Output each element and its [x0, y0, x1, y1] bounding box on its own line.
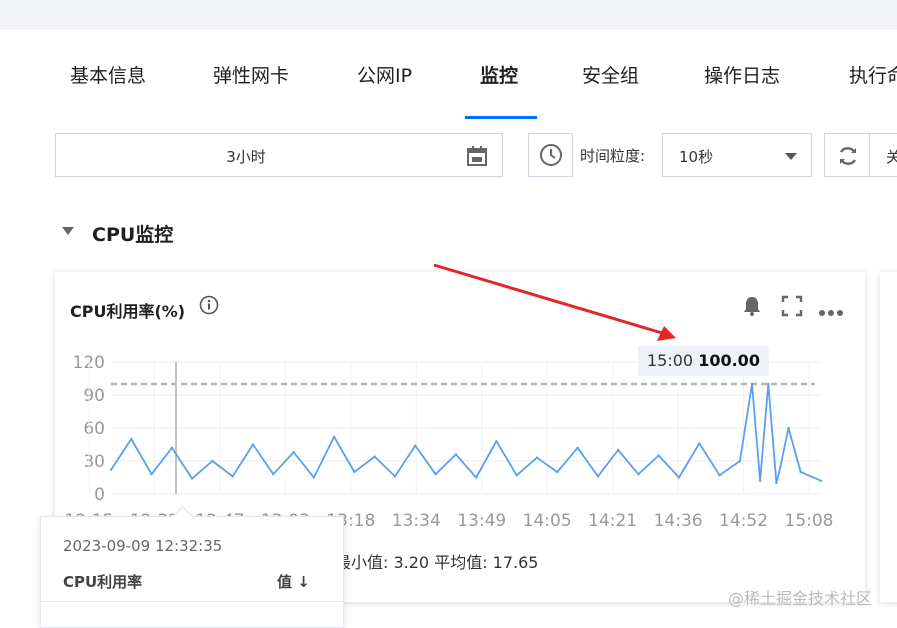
data-point — [596, 475, 600, 478]
data-point — [767, 382, 770, 386]
section-title: CPU监控 — [92, 224, 174, 246]
tab-public-ip[interactable]: 公网IP — [357, 61, 412, 88]
x-tick-label: 14:21 — [588, 511, 637, 531]
y-tick-label: 60 — [83, 419, 105, 439]
data-point — [474, 476, 478, 479]
chart-title: CPU利用率(%) — [70, 302, 186, 321]
tab-security-group[interactable]: 安全组 — [582, 61, 639, 88]
y-tick-label: 30 — [83, 452, 105, 472]
time-range-picker[interactable]: 3小时 — [55, 133, 503, 177]
data-point — [779, 465, 782, 468]
y-tick-label: 90 — [83, 386, 105, 406]
data-point — [637, 473, 640, 476]
adjacent-card — [880, 272, 897, 602]
data-point — [109, 468, 113, 471]
data-point — [718, 474, 721, 477]
data-point — [775, 481, 778, 485]
data-point — [535, 456, 539, 459]
granularity-value: 10秒 — [679, 148, 714, 166]
clock-button[interactable] — [528, 133, 573, 177]
tooltip-divider — [41, 601, 343, 602]
data-point — [211, 459, 214, 463]
data-point — [393, 475, 397, 478]
data-point — [251, 443, 255, 446]
refresh-icon — [839, 147, 857, 165]
tab-bar: 基本信息 弹性网卡 公网IP 监控 安全组 操作日志 执行命 — [0, 28, 897, 119]
hover-value-label: 15:00 100.00 — [638, 346, 769, 376]
active-tab-indicator — [465, 116, 537, 119]
data-point — [495, 440, 498, 443]
tooltip-sort-value-header[interactable]: 值 ↓ — [277, 571, 310, 592]
granularity-label: 时间粒度: — [580, 147, 646, 165]
data-tooltip: 2023-09-09 12:32:35 CPU利用率 值 ↓ — [40, 505, 344, 628]
data-point — [414, 444, 417, 447]
info-icon[interactable] — [199, 295, 219, 319]
clock-icon — [540, 144, 562, 166]
data-point — [819, 479, 823, 482]
data-point — [698, 442, 701, 445]
data-point — [434, 473, 437, 476]
data-point — [272, 473, 275, 476]
more-options-icon[interactable] — [818, 302, 844, 321]
data-point — [292, 451, 295, 454]
tab-operation-log[interactable]: 操作日志 — [704, 61, 780, 88]
refresh-button[interactable] — [824, 133, 870, 177]
tab-basic-info[interactable]: 基本信息 — [70, 61, 146, 88]
top-strip — [0, 0, 897, 29]
data-point — [130, 437, 133, 441]
data-point — [515, 474, 518, 477]
granularity-select[interactable]: 10秒 — [662, 133, 812, 177]
data-point — [373, 455, 376, 458]
x-tick-label: 13:34 — [392, 511, 441, 531]
data-point — [616, 448, 620, 452]
tab-eni[interactable]: 弹性网卡 — [213, 61, 289, 88]
tab-run-command[interactable]: 执行命 — [849, 61, 897, 88]
data-point — [677, 476, 681, 479]
chevron-down-icon — [785, 153, 797, 160]
data-point — [332, 435, 336, 438]
data-point — [454, 453, 458, 456]
tooltip-time: 2023-09-09 12:32:35 — [63, 537, 223, 555]
data-point — [556, 470, 559, 474]
time-range-value: 3小时 — [226, 148, 266, 166]
data-point — [150, 473, 153, 476]
x-tick-label: 14:05 — [523, 511, 572, 531]
fullscreen-icon[interactable] — [781, 295, 803, 321]
data-point — [750, 382, 754, 386]
collapse-caret-icon[interactable] — [62, 227, 74, 235]
cpu-series-line — [110, 383, 822, 484]
bell-icon[interactable] — [741, 295, 763, 321]
toggle-label: 关 — [886, 146, 897, 167]
data-point — [353, 470, 356, 474]
data-point — [190, 477, 194, 480]
x-tick-label: 14:36 — [654, 511, 703, 531]
data-point — [576, 446, 579, 449]
data-point — [170, 446, 174, 449]
data-point — [787, 426, 790, 430]
chart-stats: 最小值: 3.20 平均值: 17.65 — [335, 553, 539, 572]
data-point — [738, 459, 742, 463]
x-tick-label: 13:49 — [457, 511, 506, 531]
x-tick-label: 15:08 — [785, 511, 834, 531]
data-point — [312, 476, 316, 479]
watermark: @稀土掘金技术社区 — [728, 589, 873, 608]
data-point — [657, 454, 660, 457]
data-point — [799, 470, 802, 474]
toggle-button[interactable]: 关 — [869, 133, 897, 177]
tab-monitoring[interactable]: 监控 — [480, 61, 518, 88]
data-point — [758, 479, 762, 482]
hover-time: 15:00 — [647, 351, 694, 370]
tooltip-metric-header: CPU利用率 — [63, 573, 143, 591]
y-tick-label: 0 — [94, 485, 105, 505]
calendar-icon[interactable] — [466, 145, 488, 171]
hover-value: 100.00 — [698, 351, 760, 370]
data-point — [231, 475, 234, 478]
x-tick-label: 14:52 — [719, 511, 768, 531]
